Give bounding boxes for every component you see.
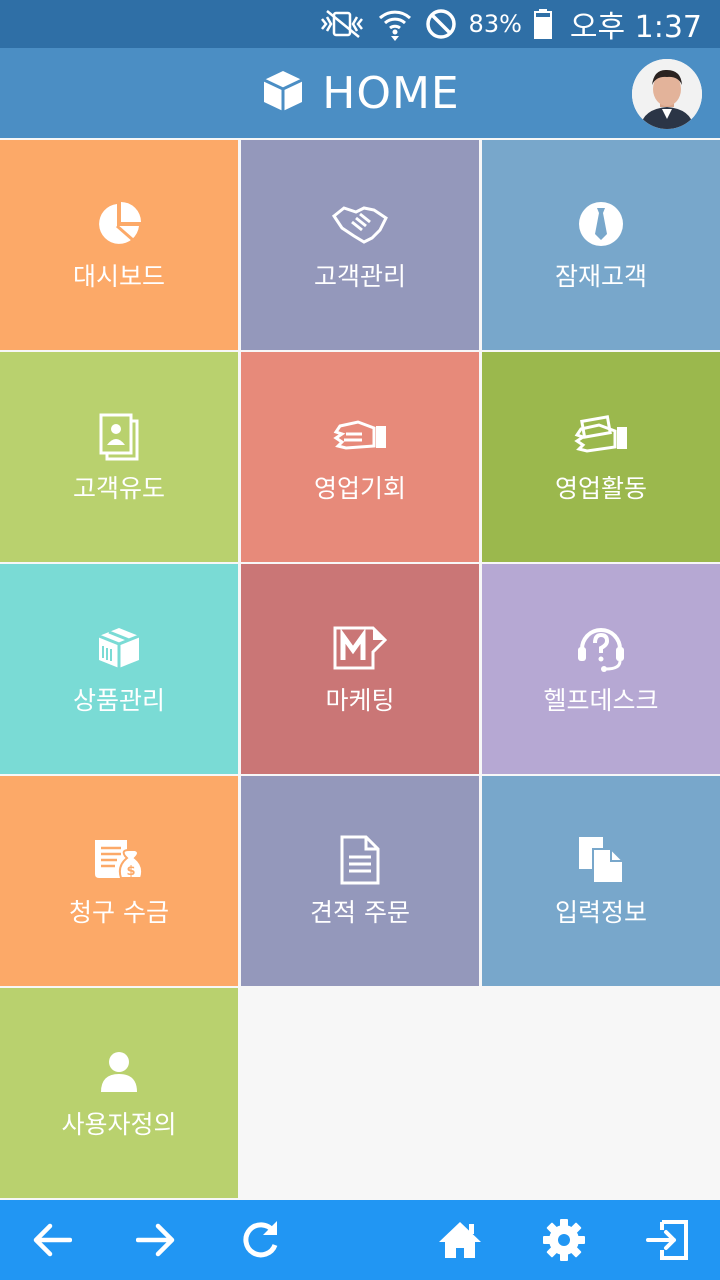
tile-lead-generation[interactable]: 고객유도 — [0, 352, 238, 562]
hand-card-icon — [332, 409, 388, 463]
invoice-money-icon: $ — [91, 833, 147, 887]
app-title: HOME — [0, 48, 720, 138]
tile-sales-activity[interactable]: 영업활동 — [482, 352, 720, 562]
svg-text:$: $ — [126, 864, 135, 879]
handshake-icon — [332, 197, 388, 251]
tile-label: 상품관리 — [72, 686, 165, 715]
wifi-icon — [377, 6, 413, 42]
hand-money-icon — [573, 409, 629, 463]
user-icon — [99, 1045, 139, 1099]
logout-icon — [646, 1220, 688, 1260]
page-title: HOME — [322, 67, 460, 119]
bottom-nav-bar — [0, 1200, 720, 1280]
contact-card-icon — [97, 409, 141, 463]
tile-label: 마케팅 — [325, 686, 395, 715]
settings-gear-icon — [543, 1219, 585, 1261]
tile-label: 잠재고객 — [554, 262, 647, 291]
tile-prospects[interactable]: 잠재고객 — [482, 140, 720, 350]
tile-label: 헬프데스크 — [543, 686, 659, 715]
tile-label: 고객유도 — [72, 474, 165, 503]
tile-input-info[interactable]: 입력정보 — [482, 776, 720, 986]
status-icons: 83% 오후 1:37 — [319, 0, 702, 48]
tile-label: 영업활동 — [554, 474, 647, 503]
app-bar: HOME — [0, 48, 720, 138]
document-icon — [340, 833, 380, 887]
tile-sales-opportunity[interactable]: 영업기회 — [241, 352, 479, 562]
tile-quote-order[interactable]: 견적 주문 — [241, 776, 479, 986]
files-icon — [577, 833, 625, 887]
forward-arrow-icon — [136, 1223, 175, 1257]
tile-label: 청구 수금 — [69, 898, 169, 927]
tile-label: 견적 주문 — [310, 898, 410, 927]
vibrate-mute-icon — [319, 9, 365, 39]
do-not-disturb-icon — [425, 8, 457, 40]
settings-button[interactable] — [524, 1200, 604, 1280]
marketing-m-icon — [333, 621, 387, 675]
logout-button[interactable] — [628, 1200, 708, 1280]
home-button[interactable] — [420, 1200, 500, 1280]
tile-label: 대시보드 — [72, 262, 165, 291]
profile-avatar[interactable] — [632, 59, 702, 129]
tile-label: 고객관리 — [313, 262, 406, 291]
tile-billing-collection[interactable]: $ 청구 수금 — [0, 776, 238, 986]
package-icon — [95, 621, 143, 675]
pie-chart-icon — [95, 197, 143, 251]
tile-label: 사용자정의 — [61, 1110, 177, 1139]
refresh-icon — [243, 1221, 278, 1258]
tile-customer-management[interactable]: 고객관리 — [241, 140, 479, 350]
tile-helpdesk[interactable]: 헬프데스크 — [482, 564, 720, 774]
tile-user-defined[interactable]: 사용자정의 — [0, 988, 238, 1198]
battery-percent: 83% — [468, 10, 522, 38]
status-time: 오후 1:37 — [569, 10, 702, 45]
tie-icon — [577, 197, 625, 251]
back-arrow-icon — [33, 1223, 72, 1257]
battery-icon — [533, 9, 552, 39]
tile-label: 입력정보 — [554, 898, 647, 927]
tile-dashboard[interactable]: 대시보드 — [0, 140, 238, 350]
status-bar: 83% 오후 1:37 — [0, 0, 720, 48]
home-icon — [439, 1222, 481, 1258]
tile-product-management[interactable]: 상품관리 — [0, 564, 238, 774]
refresh-button[interactable] — [220, 1200, 300, 1280]
tile-marketing[interactable]: 마케팅 — [241, 564, 479, 774]
forward-button[interactable] — [116, 1200, 196, 1280]
headset-help-icon — [576, 621, 626, 675]
cube-icon — [260, 68, 306, 118]
tile-label: 영업기회 — [313, 474, 406, 503]
back-button[interactable] — [12, 1200, 92, 1280]
